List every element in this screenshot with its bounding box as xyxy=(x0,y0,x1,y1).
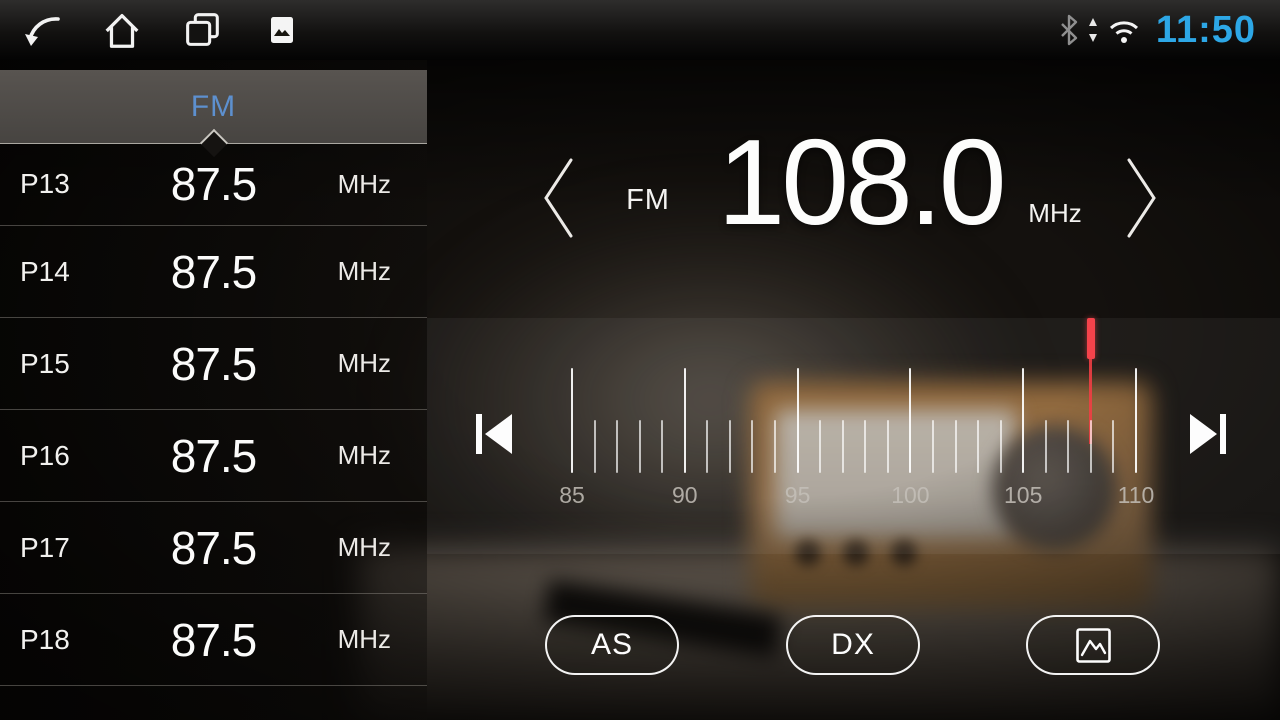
scale-minor-tick xyxy=(955,420,957,473)
preset-unit: MHz xyxy=(322,348,427,379)
back-icon xyxy=(20,8,64,52)
clock: 11:50 xyxy=(1156,9,1256,52)
preset-id: P16 xyxy=(0,440,105,472)
bluetooth-icon xyxy=(1058,14,1080,46)
scale-minor-tick xyxy=(1112,420,1114,473)
scale-tick-label: 85 xyxy=(537,482,607,509)
scale-minor-tick xyxy=(819,420,821,473)
scale-major-tick xyxy=(909,368,911,473)
preset-id: P13 xyxy=(0,168,105,200)
dx-button-label: DX xyxy=(831,628,875,662)
preset-id: P17 xyxy=(0,532,105,564)
band-tab-label: FM xyxy=(191,90,236,124)
scale-major-tick xyxy=(571,368,573,473)
screenshot-button[interactable] xyxy=(260,8,304,52)
wifi-icon xyxy=(1106,16,1142,44)
back-button[interactable] xyxy=(20,8,64,52)
picture-icon xyxy=(1075,627,1112,664)
scale-minor-tick xyxy=(1045,420,1047,473)
chevron-right-icon xyxy=(1123,156,1161,240)
scale-major-tick xyxy=(1135,368,1137,473)
preset-unit: MHz xyxy=(322,440,427,471)
preset-row-p17[interactable]: P17 87.5 MHz xyxy=(0,502,427,594)
preset-row-p14[interactable]: P14 87.5 MHz xyxy=(0,226,427,318)
preset-frequency: 87.5 xyxy=(105,613,322,667)
current-frequency: 108.0 xyxy=(700,126,1020,238)
chevron-left-icon xyxy=(539,156,577,240)
scale-minor-tick xyxy=(1090,420,1092,473)
preset-unit: MHz xyxy=(322,256,427,287)
preset-row-p16[interactable]: P16 87.5 MHz xyxy=(0,410,427,502)
skip-previous-icon xyxy=(473,412,515,456)
scale-tick-label: 95 xyxy=(763,482,833,509)
scale-minor-tick xyxy=(639,420,641,473)
scale-minor-tick xyxy=(706,420,708,473)
preset-unit: MHz xyxy=(322,532,427,563)
scale-minor-tick xyxy=(774,420,776,473)
preset-list-panel: FM P13 87.5 MHz P14 87.5 MHz P15 87.5 MH… xyxy=(0,60,427,720)
scale-major-tick xyxy=(1022,368,1024,473)
scale-minor-tick xyxy=(977,420,979,473)
current-band-label: FM xyxy=(598,184,698,217)
tune-up-button[interactable] xyxy=(1122,154,1162,242)
preset-id: P15 xyxy=(0,348,105,380)
scale-tick-label: 90 xyxy=(650,482,720,509)
home-icon xyxy=(100,8,144,52)
seek-previous-button[interactable] xyxy=(468,406,520,462)
preset-unit: MHz xyxy=(322,624,427,655)
preset-list: P13 87.5 MHz P14 87.5 MHz P15 87.5 MHz P… xyxy=(0,143,427,686)
scale-major-tick xyxy=(684,368,686,473)
preset-frequency: 87.5 xyxy=(105,337,322,391)
tuning-needle xyxy=(1087,318,1095,359)
scale-minor-tick xyxy=(887,420,889,473)
seek-next-button[interactable] xyxy=(1182,406,1234,462)
skip-next-icon xyxy=(1187,412,1229,456)
frequency-scale[interactable]: 85 90 95 100 105 110 xyxy=(427,310,1280,520)
recent-apps-button[interactable] xyxy=(180,8,224,52)
scale-minor-tick xyxy=(1067,420,1069,473)
preset-frequency: 87.5 xyxy=(105,245,322,299)
scale-minor-tick xyxy=(1000,420,1002,473)
preset-id: P18 xyxy=(0,624,105,656)
auto-store-button[interactable]: AS xyxy=(545,615,679,675)
preset-row-p13[interactable]: P13 87.5 MHz xyxy=(0,143,427,226)
wallpaper-button[interactable] xyxy=(1026,615,1160,675)
network-activity-icon xyxy=(1088,17,1098,43)
scale-minor-tick xyxy=(864,420,866,473)
screenshot-icon xyxy=(270,16,294,44)
scale-minor-tick xyxy=(751,420,753,473)
preset-frequency: 87.5 xyxy=(105,429,322,483)
tune-down-button[interactable] xyxy=(538,154,578,242)
status-bar: 11:50 xyxy=(0,0,1280,60)
preset-id: P14 xyxy=(0,256,105,288)
dx-mode-button[interactable]: DX xyxy=(786,615,920,675)
scale-minor-tick xyxy=(594,420,596,473)
preset-frequency: 87.5 xyxy=(105,521,322,575)
as-button-label: AS xyxy=(591,628,633,662)
scale-major-tick xyxy=(797,368,799,473)
scale-minor-tick xyxy=(932,420,934,473)
preset-frequency: 87.5 xyxy=(105,157,322,211)
scale-tick-label: 110 xyxy=(1101,482,1171,509)
scale-tick-label: 105 xyxy=(988,482,1058,509)
preset-row-p18[interactable]: P18 87.5 MHz xyxy=(0,594,427,686)
preset-unit: MHz xyxy=(322,169,427,200)
scale-minor-tick xyxy=(661,420,663,473)
scale-minor-tick xyxy=(729,420,731,473)
band-tab-fm[interactable]: FM xyxy=(0,70,427,144)
fm-radio-app: 11:50 FM P13 87.5 MHz P14 87.5 MHz P15 8… xyxy=(0,0,1280,720)
home-button[interactable] xyxy=(100,8,144,52)
recents-icon xyxy=(180,8,224,52)
scale-minor-tick xyxy=(616,420,618,473)
scale-tick-label: 100 xyxy=(875,482,945,509)
frequency-unit: MHz xyxy=(1012,198,1098,229)
preset-row-p15[interactable]: P15 87.5 MHz xyxy=(0,318,427,410)
scale-minor-tick xyxy=(842,420,844,473)
